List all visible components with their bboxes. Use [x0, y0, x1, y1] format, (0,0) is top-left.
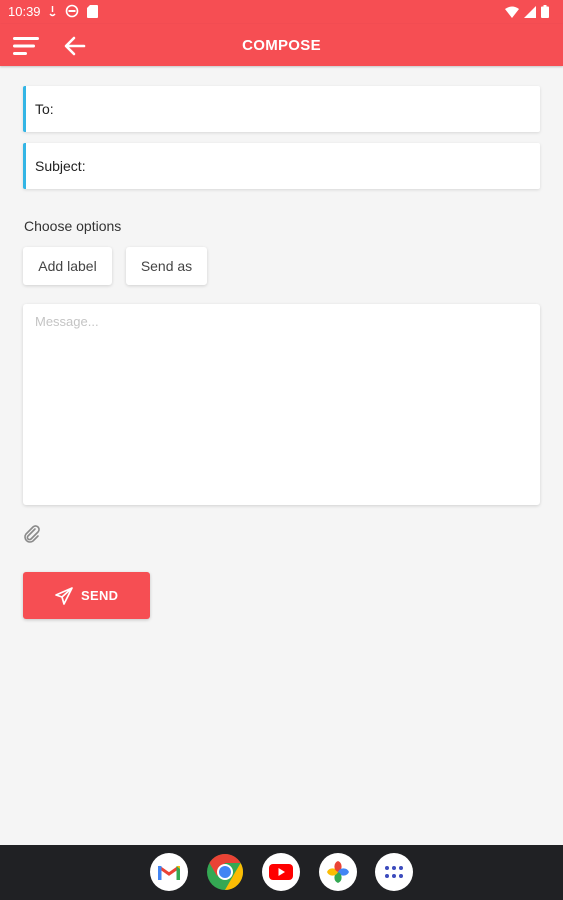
gmail-icon[interactable] — [150, 853, 188, 891]
subject-label: Subject: — [35, 158, 86, 174]
signal-icon — [524, 5, 536, 18]
youtube-icon[interactable] — [262, 853, 300, 891]
send-label: SEND — [81, 588, 119, 603]
navigation-dock — [0, 845, 563, 900]
send-as-button[interactable]: Send as — [126, 247, 207, 285]
chrome-icon[interactable] — [206, 853, 244, 891]
battery-icon — [541, 5, 549, 18]
to-input[interactable] — [98, 94, 532, 126]
to-field[interactable]: To: — [23, 86, 540, 132]
sd-card-icon — [87, 4, 98, 18]
message-input[interactable] — [23, 304, 540, 505]
subject-input[interactable] — [110, 151, 532, 183]
to-label: To: — [35, 101, 54, 117]
app-bar: COMPOSE — [0, 24, 563, 66]
vpn-icon — [65, 4, 79, 18]
app-drawer-icon[interactable] — [375, 853, 413, 891]
message-box — [23, 304, 540, 505]
paper-plane-icon — [55, 587, 73, 605]
options-label: Choose options — [24, 218, 122, 234]
send-button[interactable]: SEND — [23, 572, 150, 619]
status-bar: 10:39 — [0, 0, 563, 24]
page-title: COMPOSE — [242, 37, 321, 54]
paperclip-icon[interactable] — [23, 525, 41, 543]
photos-icon[interactable] — [319, 853, 357, 891]
wifi-icon — [505, 6, 519, 18]
subject-field[interactable]: Subject: — [23, 143, 540, 189]
add-label-button[interactable]: Add label — [23, 247, 112, 285]
notification-icon — [49, 5, 56, 16]
status-time: 10:39 — [8, 4, 41, 19]
